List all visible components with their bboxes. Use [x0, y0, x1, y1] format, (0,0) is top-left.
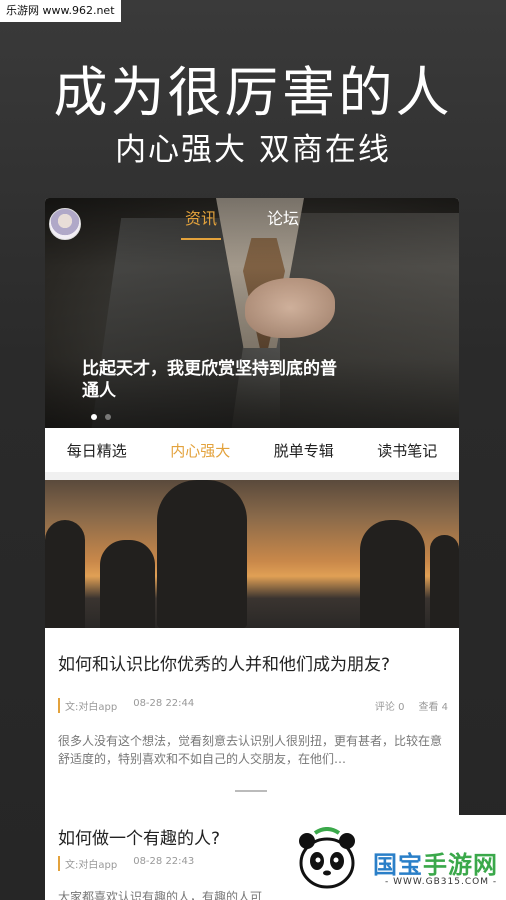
article-image[interactable]	[45, 480, 459, 628]
hero-title: 成为很厉害的人	[53, 61, 453, 124]
watermark-url: - WWW.GB315.COM -	[385, 877, 498, 887]
article-meta: 文:对白app 08-28 22:43	[58, 856, 194, 871]
silhouette	[430, 535, 459, 628]
tab-news[interactable]: 资讯	[180, 208, 222, 240]
banner-carousel[interactable]: 资讯 论坛 比起天才，我更欣赏坚持到底的普通人	[45, 198, 459, 428]
watermark-bottom-right: 国宝手游网 - WWW.GB315.COM -	[281, 815, 506, 900]
category-tab-reading[interactable]: 读书笔记	[356, 440, 460, 461]
watermark-name-a: 国宝	[373, 851, 423, 879]
category-tab-inner-strength[interactable]: 内心强大	[149, 440, 253, 461]
top-tabs: 资讯 论坛	[180, 208, 299, 240]
silhouette	[157, 480, 247, 628]
article-divider	[235, 790, 267, 792]
carousel-dot-active[interactable]	[91, 414, 97, 420]
article-source: 文:对白app	[58, 698, 117, 713]
silhouette	[45, 520, 85, 628]
tab-forum[interactable]: 论坛	[267, 208, 299, 230]
user-avatar[interactable]	[49, 208, 81, 240]
hero-subtitle: 内心强大 双商在线	[115, 132, 391, 168]
category-tab-daily[interactable]: 每日精选	[45, 440, 149, 461]
article-title[interactable]: 如何和认识比你优秀的人并和他们成为朋友?	[58, 650, 390, 675]
article-comments: 评论 0	[374, 702, 405, 713]
carousel-dot[interactable]	[105, 414, 111, 420]
watermark-site-name: 国宝手游网	[373, 845, 498, 880]
article-source: 文:对白app	[58, 856, 117, 871]
banner-caption[interactable]: 比起天才，我更欣赏坚持到底的普通人	[82, 358, 352, 402]
silhouette	[100, 540, 155, 628]
article-time: 08-28 22:43	[133, 856, 195, 867]
section-gap	[45, 472, 459, 480]
category-tabs: 每日精选 内心强大 脱单专辑 读书笔记	[45, 428, 459, 473]
category-tab-single[interactable]: 脱单专辑	[252, 440, 356, 461]
article-excerpt[interactable]: 大家都喜欢认识有趣的人，有趣的人可	[58, 888, 262, 900]
phone-screen: 资讯 论坛 比起天才，我更欣赏坚持到底的普通人 每日精选 内心强大 脱单专辑 读…	[45, 198, 459, 900]
watermark-name-b: 手游网	[423, 851, 498, 879]
article-title[interactable]: 如何做一个有趣的人?	[58, 824, 220, 849]
article-excerpt[interactable]: 很多人没有这个想法，觉看刻意去认识别人很别扭，更有甚者，比较在意舒适度的，特别喜…	[58, 732, 446, 768]
article-time: 08-28 22:44	[133, 698, 195, 709]
silhouette	[360, 520, 425, 628]
panda-logo-icon	[299, 827, 355, 889]
article-views: 查看 4	[418, 702, 448, 713]
article-meta: 文:对白app 08-28 22:44 评论 0 查看 4	[58, 698, 448, 713]
watermark-top-left: 乐游网 www.962.net	[0, 0, 121, 22]
carousel-dots	[91, 414, 111, 420]
